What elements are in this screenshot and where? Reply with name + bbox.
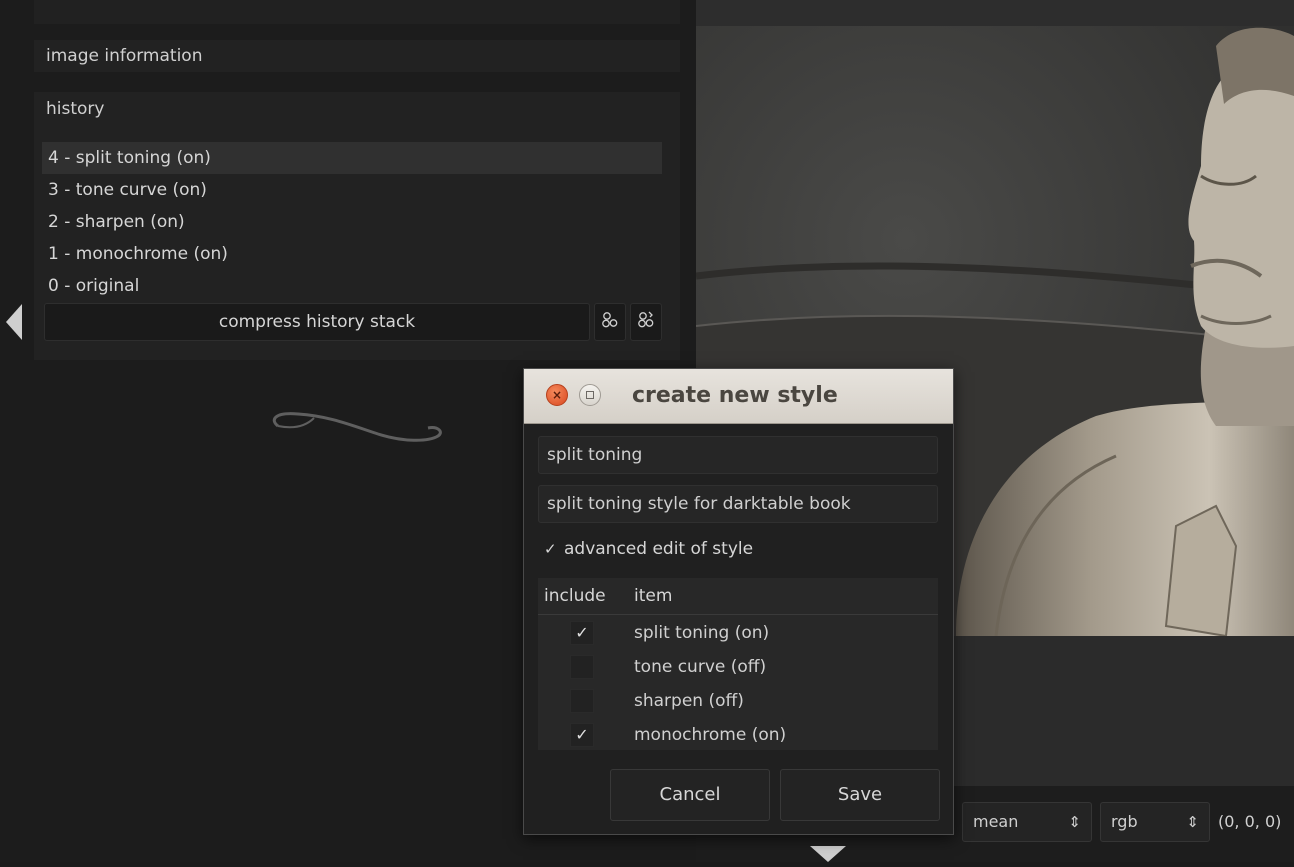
history-item[interactable]: 3 - tone curve (on) [42, 174, 662, 206]
history-item[interactable]: 0 - original [42, 270, 662, 302]
include-checkbox[interactable]: ✓ [570, 723, 594, 747]
histogram-mode-select[interactable]: mean ⇕ [962, 802, 1092, 842]
history-title[interactable]: history [46, 94, 104, 124]
advanced-edit-label: advanced edit of style [564, 539, 754, 559]
compress-history-button[interactable]: compress history stack [44, 303, 590, 341]
create-style-edit-icon [637, 311, 655, 333]
column-header-include[interactable]: include [544, 578, 606, 614]
maximize-button[interactable] [579, 384, 601, 406]
include-checkbox[interactable] [570, 689, 594, 713]
history-item[interactable]: 1 - monochrome (on) [42, 238, 662, 270]
bottom-panel-collapse-arrow-icon[interactable] [810, 846, 846, 867]
checkmark-icon: ✓ [575, 623, 589, 642]
image-information-header[interactable]: image information [34, 40, 680, 72]
collapsed-module-strip[interactable] [34, 0, 680, 24]
column-header-item[interactable]: item [634, 578, 672, 614]
include-checkbox[interactable]: ✓ [570, 621, 594, 645]
dialog-titlebar[interactable]: × create new style [524, 369, 953, 424]
histogram-mode-value: mean [973, 812, 1019, 831]
maximize-icon [586, 391, 594, 399]
item-label: monochrome (on) [634, 725, 787, 745]
cancel-button[interactable]: Cancel [610, 769, 770, 821]
up-down-arrows-icon: ⇕ [1186, 813, 1199, 831]
table-row[interactable]: ✓ split toning (on) [538, 616, 938, 650]
history-item[interactable]: 2 - sharpen (on) [42, 206, 662, 238]
colorspace-select[interactable]: rgb ⇕ [1100, 802, 1210, 842]
close-button[interactable]: × [546, 384, 568, 406]
create-style-dialog: × create new style split toning split to… [523, 368, 954, 835]
create-style-button[interactable] [594, 303, 626, 341]
item-label: tone curve (off) [634, 657, 767, 677]
dialog-title: create new style [632, 383, 838, 408]
history-item[interactable]: 4 - split toning (on) [42, 142, 662, 174]
item-label: split toning (on) [634, 623, 770, 643]
up-down-arrows-icon: ⇕ [1068, 813, 1081, 831]
color-readout: (0, 0, 0) [1218, 812, 1282, 831]
checkmark-icon: ✓ [575, 725, 589, 744]
history-module: history 4 - split toning (on) 3 - tone c… [34, 92, 680, 360]
panel-end-flourish-icon [268, 400, 446, 453]
include-checkbox[interactable] [570, 655, 594, 679]
table-row[interactable]: sharpen (off) [538, 684, 938, 718]
top-toolbar [696, 0, 1294, 26]
table-row[interactable]: tone curve (off) [538, 650, 938, 684]
style-description-field[interactable]: split toning style for darktable book [538, 485, 938, 523]
style-name-field[interactable]: split toning [538, 436, 938, 474]
left-panel-collapse-arrow-icon[interactable] [6, 304, 22, 345]
close-icon: × [551, 388, 563, 402]
create-style-icon [601, 311, 619, 333]
checkmark-icon: ✓ [544, 540, 557, 558]
create-style-edit-button[interactable] [630, 303, 662, 341]
table-row[interactable]: ✓ monochrome (on) [538, 718, 938, 752]
item-label: sharpen (off) [634, 691, 744, 711]
style-items-table: include item ✓ split toning (on) tone cu… [538, 578, 938, 750]
table-divider [538, 614, 938, 615]
save-button[interactable]: Save [780, 769, 940, 821]
colorspace-value: rgb [1111, 812, 1138, 831]
advanced-edit-checkbox[interactable]: ✓ advanced edit of style [544, 535, 753, 563]
